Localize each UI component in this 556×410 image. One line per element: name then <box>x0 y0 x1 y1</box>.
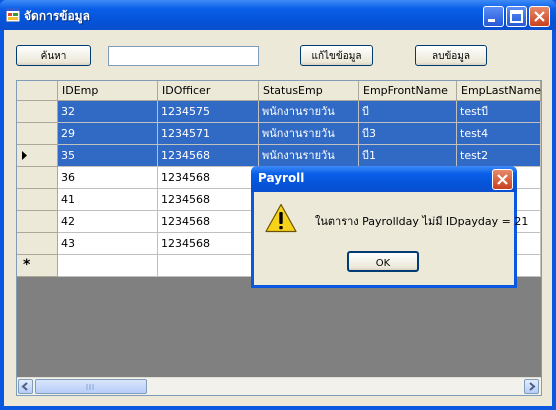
new-row-cell[interactable] <box>58 255 158 277</box>
row-header[interactable] <box>17 189 58 211</box>
column-header[interactable]: IDOfficer <box>158 81 259 101</box>
grid-cell[interactable]: บี1 <box>359 145 457 167</box>
column-header[interactable]: StatusEmp <box>259 81 359 101</box>
row-header[interactable] <box>17 145 58 167</box>
grid-cell[interactable]: 1234568 <box>158 145 259 167</box>
grid-cell[interactable]: บี3 <box>359 123 457 145</box>
grid-cell[interactable]: 29 <box>58 123 158 145</box>
search-input[interactable] <box>108 46 259 66</box>
maximize-icon <box>510 10 523 23</box>
grid-cell[interactable]: พนักงานรายวัน <box>259 101 359 123</box>
grid-cell[interactable]: บี <box>359 101 457 123</box>
row-header[interactable] <box>17 211 58 233</box>
app-icon <box>6 8 20 22</box>
dialog-body: ในตาราง Payrollday ไม่มี IDpayday = 21 O… <box>254 192 528 285</box>
grid-cell[interactable]: 1234568 <box>158 211 259 233</box>
grid-cell[interactable]: testบี <box>457 101 541 123</box>
grid-cell[interactable]: พนักงานรายวัน <box>259 145 359 167</box>
scroll-thumb[interactable] <box>35 379 147 394</box>
grid-cell[interactable]: 36 <box>58 167 158 189</box>
grid-cell[interactable]: 32 <box>58 101 158 123</box>
grid-cell[interactable]: 41 <box>58 189 158 211</box>
dialog-message: ในตาราง Payrollday ไม่มี IDpayday = 21 <box>315 215 529 228</box>
grid-cell[interactable]: test4 <box>457 123 541 145</box>
column-header[interactable]: EmpFrontName <box>359 81 457 101</box>
dialog-close-button[interactable] <box>492 169 513 190</box>
scroll-left-button[interactable] <box>18 379 33 394</box>
payroll-dialog: Payroll ในตาราง Payrollday ไม่มี IDpayda… <box>251 166 528 288</box>
search-button[interactable]: ค้นหา <box>16 45 91 66</box>
grip-icon <box>86 384 94 390</box>
row-header[interactable] <box>17 167 58 189</box>
grid-corner-header[interactable] <box>17 81 58 101</box>
column-header[interactable]: EmpLastName <box>457 81 541 101</box>
scroll-right-button[interactable] <box>524 379 539 394</box>
minimize-icon <box>488 19 495 22</box>
grid-cell[interactable]: 1234568 <box>158 233 259 255</box>
close-button[interactable] <box>529 6 550 27</box>
row-header[interactable] <box>17 101 58 123</box>
title-bar[interactable]: จัดการข้อมูล <box>0 0 556 30</box>
arrow-right-icon <box>529 382 536 391</box>
dialog-title-bar[interactable]: Payroll <box>251 166 517 192</box>
window-title: จัดการข้อมูล <box>24 9 90 23</box>
grid-cell[interactable]: 1234575 <box>158 101 259 123</box>
ok-button[interactable]: OK <box>347 251 419 272</box>
arrow-left-icon <box>21 382 28 391</box>
delete-button[interactable]: ลบข้อมูล <box>415 45 487 66</box>
minimize-button[interactable] <box>483 6 504 27</box>
horizontal-scrollbar[interactable] <box>17 377 541 395</box>
new-row-cell[interactable] <box>158 255 259 277</box>
close-icon <box>534 11 545 22</box>
grid-cell[interactable]: พนักงานรายวัน <box>259 123 359 145</box>
close-icon <box>497 174 508 185</box>
row-header[interactable] <box>17 233 58 255</box>
column-header[interactable]: IDEmp <box>58 81 158 101</box>
grid-cell[interactable]: 35 <box>58 145 158 167</box>
row-header[interactable] <box>17 123 58 145</box>
grid-cell[interactable]: 43 <box>58 233 158 255</box>
grid-cell[interactable]: 42 <box>58 211 158 233</box>
new-row-marker: * <box>23 257 31 273</box>
grid-cell[interactable]: test2 <box>457 145 541 167</box>
grid-cell[interactable]: 1234571 <box>158 123 259 145</box>
grid-cell[interactable]: 1234568 <box>158 167 259 189</box>
grid-cell[interactable]: 1234568 <box>158 189 259 211</box>
edit-button[interactable]: แก้ไขข้อมูล <box>300 45 373 66</box>
maximize-button[interactable] <box>506 6 527 27</box>
dialog-title: Payroll <box>258 171 305 185</box>
current-row-arrow-icon <box>22 151 27 160</box>
new-row-header[interactable]: * <box>17 255 58 277</box>
warning-icon <box>265 203 297 233</box>
